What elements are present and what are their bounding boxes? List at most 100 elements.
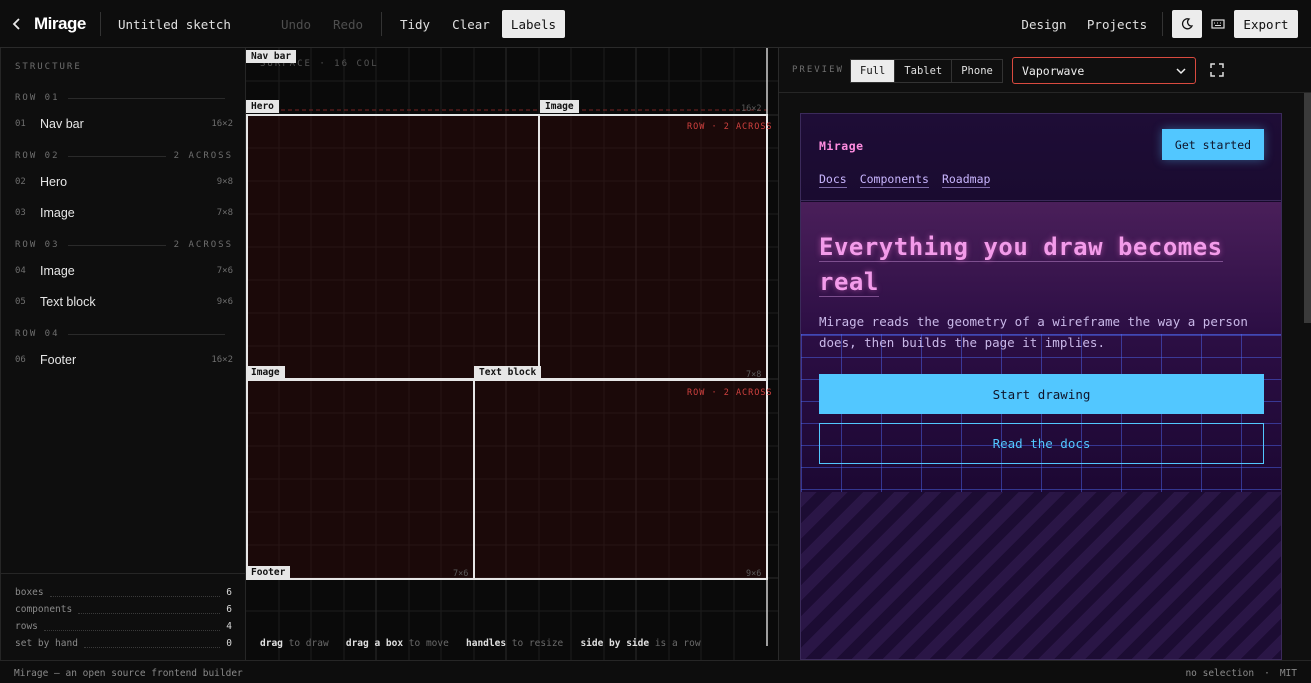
structure-item-image[interactable]: 03 Image 7×8 bbox=[15, 203, 233, 223]
footer-status: no selection · MIT bbox=[1185, 668, 1297, 679]
box-tag-hero[interactable]: Hero bbox=[246, 100, 279, 113]
item-number: 04 bbox=[15, 266, 26, 276]
item-number: 02 bbox=[15, 177, 26, 187]
brand-logo[interactable]: Mirage bbox=[34, 0, 86, 48]
footer-separator: · bbox=[1264, 668, 1270, 679]
row-header-label: ROW 01 bbox=[15, 93, 60, 103]
row-note: ROW · 2 ACROSS bbox=[687, 122, 773, 132]
item-name: Footer bbox=[40, 353, 77, 367]
nav-link-components[interactable]: Components bbox=[859, 172, 929, 188]
projects-button[interactable]: Projects bbox=[1084, 10, 1150, 38]
theme-select[interactable]: Vaporwave bbox=[1012, 57, 1196, 84]
row-across-label: 2 ACROSS bbox=[173, 240, 233, 250]
row-header: ROW 01 bbox=[15, 91, 233, 105]
sketch-box-hero[interactable] bbox=[246, 114, 540, 380]
stat-set-by-hand: set by hand 0 bbox=[15, 638, 232, 649]
box-tag-nav-bar[interactable]: Nav bar bbox=[246, 50, 297, 63]
item-size: 16×2 bbox=[211, 119, 233, 129]
item-number: 06 bbox=[15, 355, 26, 365]
back-chevron-icon[interactable] bbox=[12, 0, 22, 48]
divider bbox=[381, 12, 382, 36]
theme-moon-icon[interactable] bbox=[1172, 10, 1202, 38]
export-button[interactable]: Export bbox=[1234, 10, 1298, 38]
undo-button[interactable]: Undo bbox=[276, 10, 316, 38]
tidy-button[interactable]: Tidy bbox=[395, 10, 435, 38]
item-name: Image bbox=[40, 264, 75, 278]
labels-button[interactable]: Labels bbox=[502, 10, 565, 38]
item-size: 7×8 bbox=[216, 208, 233, 218]
item-size: 9×6 bbox=[216, 297, 233, 307]
mode-tablet-button[interactable]: Tablet bbox=[895, 60, 953, 82]
item-number: 03 bbox=[15, 208, 26, 218]
hero-headline: Everything you draw becomes real bbox=[819, 233, 1223, 297]
stat-rows: rows 4 bbox=[15, 621, 232, 632]
preview-site: Mirage Get started Docs Components Roadm… bbox=[800, 113, 1282, 660]
row-header-label: ROW 04 bbox=[15, 329, 60, 339]
structure-item-image[interactable]: 04 Image 7×6 bbox=[15, 261, 233, 281]
structure-item-text-block[interactable]: 05 Text block 9×6 bbox=[15, 292, 233, 312]
stat-boxes: boxes 6 bbox=[15, 587, 232, 598]
site-nav: Mirage Get started Docs Components Roadm… bbox=[801, 114, 1281, 201]
stat-components: components 6 bbox=[15, 604, 232, 615]
row-header-label: ROW 03 bbox=[15, 240, 60, 250]
clear-button[interactable]: Clear bbox=[448, 10, 494, 38]
start-drawing-button[interactable]: Start drawing bbox=[819, 374, 1264, 414]
sketch-box-image-row2[interactable] bbox=[538, 114, 768, 380]
status-bar: Mirage — an open source frontend builder… bbox=[0, 660, 1311, 683]
sketch-box-text-block[interactable] bbox=[473, 379, 768, 580]
row-header-label: ROW 02 bbox=[15, 151, 60, 161]
image-placeholder bbox=[801, 492, 1281, 659]
box-size-image: 7×6 bbox=[453, 569, 469, 579]
divider bbox=[1162, 12, 1163, 36]
site-nav-links: Docs Components Roadmap bbox=[819, 172, 991, 188]
box-tag-image[interactable]: Image bbox=[246, 366, 285, 379]
sketch-canvas[interactable]: SURFACE · 16 COL Nav bar 16×2 Hero Image… bbox=[246, 48, 778, 660]
site-logo[interactable]: Mirage bbox=[819, 139, 864, 153]
structure-panel: STRUCTURE ROW 01 01 Nav bar 16×2 ROW 02 … bbox=[0, 48, 246, 660]
item-size: 7×6 bbox=[216, 266, 233, 276]
box-tag-footer[interactable]: Footer bbox=[246, 566, 291, 579]
box-size-text-block: 9×6 bbox=[746, 569, 762, 579]
get-started-button[interactable]: Get started bbox=[1162, 129, 1264, 160]
site-hero: Everything you draw becomes real Mirage r… bbox=[801, 202, 1281, 492]
sketch-title[interactable]: Untitled sketch bbox=[118, 0, 231, 48]
item-name: Text block bbox=[40, 295, 96, 309]
hero-lede: Mirage reads the geometry of a wireframe… bbox=[819, 314, 1248, 350]
row-header: ROW 03 2 ACROSS bbox=[15, 238, 233, 252]
redo-button[interactable]: Redo bbox=[328, 10, 368, 38]
keyboard-icon[interactable] bbox=[1203, 10, 1233, 38]
row-note: ROW · 2 ACROSS bbox=[687, 388, 773, 398]
row-header: ROW 02 2 ACROSS bbox=[15, 149, 233, 163]
preview-toolbar: PREVIEW Full Tablet Phone Vaporwave bbox=[779, 48, 1311, 93]
license-label[interactable]: MIT bbox=[1280, 668, 1297, 679]
box-tag-image[interactable]: Image bbox=[540, 100, 579, 113]
theme-value: Vaporwave bbox=[1022, 63, 1085, 78]
nav-link-docs[interactable]: Docs bbox=[819, 172, 847, 188]
item-number: 05 bbox=[15, 297, 26, 307]
structure-item-hero[interactable]: 02 Hero 9×8 bbox=[15, 172, 233, 192]
read-docs-button[interactable]: Read the docs bbox=[819, 423, 1264, 464]
mode-full-button[interactable]: Full bbox=[851, 60, 896, 82]
structure-item-footer[interactable]: 06 Footer 16×2 bbox=[15, 350, 233, 370]
fullscreen-icon[interactable] bbox=[1210, 62, 1226, 78]
box-tag-text-block[interactable]: Text block bbox=[474, 366, 542, 379]
mode-phone-button[interactable]: Phone bbox=[952, 60, 1002, 82]
item-size: 9×8 bbox=[216, 177, 233, 187]
footer-tagline: Mirage — an open source frontend builder bbox=[14, 668, 243, 679]
preview-scrollbar[interactable] bbox=[1304, 93, 1311, 323]
design-button[interactable]: Design bbox=[1018, 10, 1070, 38]
stats-list: boxes 6 components 6 rows 4 set by hand 0 bbox=[1, 573, 246, 652]
item-name: Hero bbox=[40, 175, 68, 189]
item-size: 16×2 bbox=[211, 355, 233, 365]
chevron-down-icon bbox=[1176, 64, 1186, 78]
selection-status: no selection bbox=[1185, 668, 1255, 679]
structure-item-nav-bar[interactable]: 01 Nav bar 16×2 bbox=[15, 114, 233, 134]
item-number: 01 bbox=[15, 119, 26, 129]
preview-label: PREVIEW bbox=[792, 65, 844, 75]
sketch-box-image-row3[interactable] bbox=[246, 379, 475, 580]
canvas-hints: drag to draw drag a box to move handles … bbox=[260, 638, 701, 649]
nav-link-roadmap[interactable]: Roadmap bbox=[941, 172, 991, 188]
item-name: Image bbox=[40, 206, 75, 220]
device-mode-toggle: Full Tablet Phone bbox=[850, 59, 1003, 83]
item-name: Nav bar bbox=[40, 117, 84, 131]
